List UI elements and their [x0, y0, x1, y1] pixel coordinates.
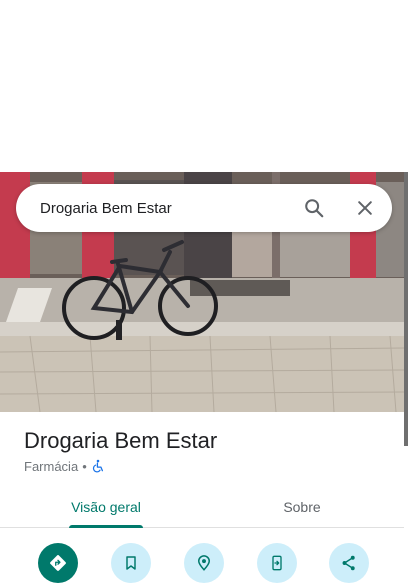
close-icon	[358, 201, 372, 215]
place-subtitle: Farmácia •	[24, 458, 105, 474]
place-title: Drogaria Bem Estar	[24, 428, 218, 453]
tab-overview[interactable]: Visão geral	[56, 486, 156, 528]
tab-bar: Visão geral Sobre	[0, 486, 404, 528]
tab-about[interactable]: Sobre	[252, 486, 352, 528]
search-bar	[16, 184, 392, 232]
nearby-button[interactable]	[184, 543, 224, 583]
bookmark-icon	[126, 556, 136, 570]
save-button[interactable]	[111, 543, 151, 583]
share-button[interactable]	[329, 543, 369, 583]
directions-icon	[50, 555, 66, 571]
send-to-phone-icon	[272, 555, 282, 571]
separator-dot: •	[82, 458, 87, 474]
scrollbar-thumb[interactable]	[404, 172, 408, 446]
send-to-phone-button[interactable]	[257, 543, 297, 583]
place-category: Farmácia	[24, 458, 79, 474]
directions-button[interactable]	[38, 543, 78, 583]
nearby-icon	[197, 555, 211, 571]
close-button[interactable]	[349, 192, 381, 224]
search-button[interactable]	[298, 192, 330, 224]
search-input[interactable]	[40, 184, 290, 232]
wheelchair-accessible-icon	[92, 459, 103, 473]
search-icon	[305, 199, 324, 218]
active-tab-indicator	[69, 525, 143, 528]
share-icon	[342, 555, 355, 571]
